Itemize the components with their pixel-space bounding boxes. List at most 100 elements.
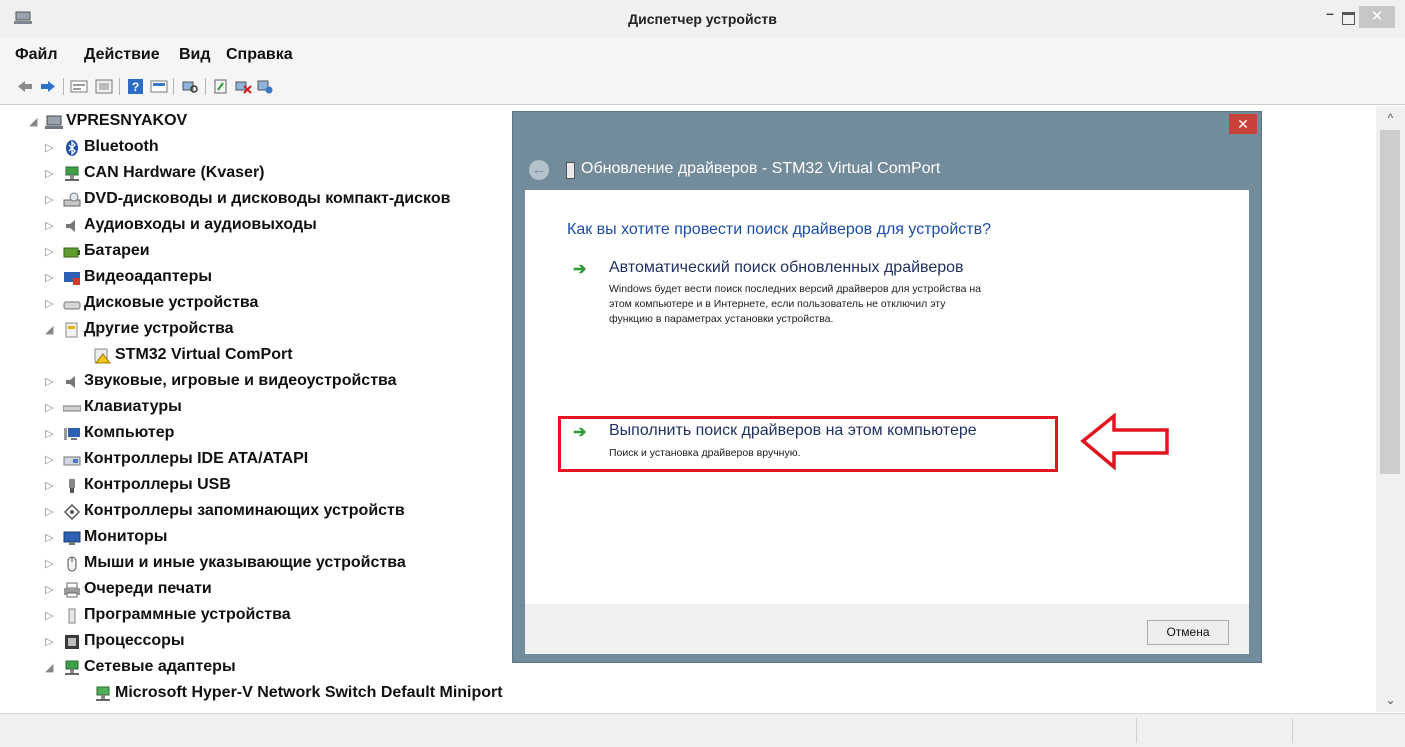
tree-item[interactable]: ▷ Мыши и иные указывающие устройства [0, 552, 500, 578]
expand-arrow-icon[interactable]: ▷ [45, 479, 55, 492]
properties-view-icon[interactable] [70, 79, 88, 94]
tree-item[interactable]: ▷ Батареи [0, 240, 500, 266]
tree-item-label: Процессоры [84, 632, 185, 649]
red-pointer-arrow-icon [1080, 413, 1169, 470]
back-icon[interactable] [16, 79, 34, 94]
tree-item-label: Мониторы [84, 528, 168, 545]
expand-arrow-icon[interactable]: ▷ [45, 401, 55, 414]
collapse-arrow-icon[interactable]: ◢ [45, 661, 55, 674]
tree-item[interactable]: ◢ Сетевые адаптеры [0, 656, 500, 682]
auto-search-description-line: этом компьютере и в Интернете, если поль… [609, 298, 946, 310]
expand-arrow-icon[interactable]: ▷ [45, 427, 55, 440]
bluetooth-icon [66, 140, 78, 156]
maximize-icon [1342, 12, 1355, 25]
expand-arrow-icon[interactable]: ▷ [45, 609, 55, 622]
tree-item[interactable]: Microsoft Hyper-V Network Switch Default… [0, 682, 600, 708]
unknown-device-warning-icon [94, 348, 112, 364]
status-cell [1292, 718, 1403, 743]
vertical-scrollbar[interactable]: ^ ⌄ [1376, 106, 1405, 712]
tree-item[interactable]: ▷ CAN Hardware (Kvaser) [0, 162, 500, 188]
tree-item-label: Контроллеры IDE ATA/ATAPI [84, 450, 309, 467]
tree-item[interactable]: ▷ Процессоры [0, 630, 500, 656]
device-view-icon[interactable] [150, 79, 168, 94]
close-button[interactable]: ✕ [1359, 6, 1395, 28]
expand-arrow-icon[interactable]: ▷ [45, 219, 55, 232]
tree-item[interactable]: ▷ Дисковые устройства [0, 292, 500, 318]
speaker-icon [66, 220, 75, 232]
expand-arrow-icon[interactable]: ▷ [45, 635, 55, 648]
dialog-title: Обновление драйверов - STM32 Virtual Com… [581, 160, 941, 177]
green-arrow-icon: ➔ [573, 261, 587, 278]
dialog-close-button[interactable]: ✕ [1229, 114, 1257, 134]
manual-search-title[interactable]: Выполнить поиск драйверов на этом компью… [609, 422, 977, 440]
scan-hardware-icon[interactable] [181, 79, 199, 94]
mouse-icon [67, 556, 77, 572]
tree-item[interactable]: ▷ Видеоадаптеры [0, 266, 500, 292]
menu-bar: Файл Действие Вид Справка [0, 38, 1405, 70]
tree-item[interactable]: ▷ DVD-дисководы и дисководы компакт-диск… [0, 188, 500, 214]
tree-item[interactable]: ▷ Bluetooth [0, 136, 500, 162]
tree-item-label: Microsoft Hyper-V Network Switch Default… [115, 684, 503, 701]
battery-icon [63, 247, 80, 258]
expand-arrow-icon[interactable]: ▷ [45, 375, 55, 388]
tree-item-label: Батареи [84, 242, 150, 259]
update-driver-icon[interactable] [212, 79, 230, 94]
menu-file[interactable]: Файл [15, 46, 58, 64]
auto-search-title[interactable]: Автоматический поиск обновленных драйвер… [609, 259, 964, 277]
tree-item[interactable]: ▷ Программные устройства [0, 604, 500, 630]
ide-controller-icon [63, 456, 81, 466]
expand-arrow-icon[interactable]: ▷ [45, 531, 55, 544]
scroll-thumb[interactable] [1380, 130, 1400, 474]
enable-device-icon[interactable] [256, 79, 274, 94]
tree-item[interactable]: ▷ Клавиатуры [0, 396, 500, 422]
collapse-arrow-icon[interactable]: ◢ [29, 115, 39, 128]
menu-action[interactable]: Действие [84, 46, 160, 64]
tree-item[interactable]: ▷ Звуковые, игровые и видеоустройства [0, 370, 500, 396]
collapse-arrow-icon[interactable]: ◢ [45, 323, 55, 336]
tree-item[interactable]: ▷ Контроллеры запоминающих устройств [0, 500, 500, 526]
tree-item-stm32[interactable]: STM32 Virtual ComPort [0, 344, 500, 370]
uninstall-icon[interactable] [234, 79, 252, 94]
tree-item-label: Очереди печати [84, 580, 212, 597]
network-adapter-icon [65, 660, 79, 675]
expand-arrow-icon[interactable]: ▷ [45, 245, 55, 258]
sound-device-icon [66, 376, 75, 388]
tree-root[interactable]: ◢ VPRESNYAKOV [0, 110, 420, 136]
back-arrow-icon[interactable]: ← [529, 160, 549, 180]
cancel-button[interactable]: Отмена [1147, 620, 1229, 645]
auto-search-description-line: функцию в параметрах установки устройств… [609, 313, 834, 325]
minimize-button[interactable]: – [1322, 6, 1338, 28]
tree-item[interactable]: ▷ Аудиовходы и аудиовыходы [0, 214, 500, 240]
auto-search-description-line: Windows будет вести поиск последних верс… [609, 283, 981, 295]
toolbar-separator [173, 78, 174, 95]
menu-view[interactable]: Вид [179, 46, 211, 64]
expand-arrow-icon[interactable]: ▷ [45, 505, 55, 518]
tree-item[interactable]: ▷ Контроллеры IDE ATA/ATAPI [0, 448, 500, 474]
help-icon[interactable]: ? [127, 79, 145, 94]
tree-item[interactable]: ▷ Мониторы [0, 526, 500, 552]
tree-item[interactable]: ▷ Компьютер [0, 422, 500, 448]
update-drivers-dialog: ✕ ← Обновление драйверов - STM32 Virtual… [512, 111, 1262, 663]
expand-arrow-icon[interactable]: ▷ [45, 141, 55, 154]
tree-item[interactable]: ▷ Очереди печати [0, 578, 500, 604]
tree-item-label: Другие устройства [84, 320, 234, 337]
expand-arrow-icon[interactable]: ▷ [45, 297, 55, 310]
expand-arrow-icon[interactable]: ▷ [45, 453, 55, 466]
tree-item-label: Дисковые устройства [84, 294, 259, 311]
expand-arrow-icon[interactable]: ▷ [45, 583, 55, 596]
forward-icon[interactable] [39, 79, 57, 94]
tree-item[interactable]: ▷ Контроллеры USB [0, 474, 500, 500]
scroll-down-arrow-icon[interactable]: ⌄ [1376, 690, 1405, 710]
expand-arrow-icon[interactable]: ▷ [45, 193, 55, 206]
tree-item-label: Мыши и иные указывающие устройства [84, 554, 406, 571]
printer-icon [64, 582, 80, 598]
toolbar-separator [205, 78, 206, 95]
scroll-up-arrow-icon[interactable]: ^ [1376, 108, 1405, 128]
list-view-icon[interactable] [95, 79, 113, 94]
maximize-button[interactable] [1340, 6, 1356, 28]
expand-arrow-icon[interactable]: ▷ [45, 557, 55, 570]
tree-item[interactable]: ◢ Другие устройства [0, 318, 500, 344]
expand-arrow-icon[interactable]: ▷ [45, 271, 55, 284]
expand-arrow-icon[interactable]: ▷ [45, 167, 55, 180]
menu-help[interactable]: Справка [226, 46, 293, 64]
